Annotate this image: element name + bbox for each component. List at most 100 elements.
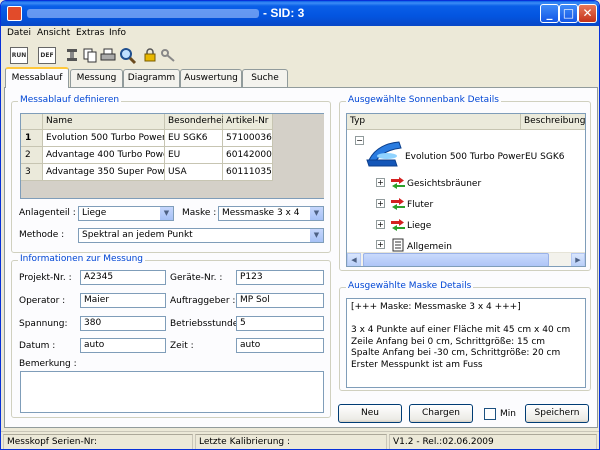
sonnenbank-group-title: Ausgewählte Sonnenbank Details	[346, 95, 501, 105]
sunbed-grid[interactable]: Name Besonderheit Artikel-Nr 1 Evolution…	[20, 113, 324, 199]
key-icon[interactable]	[159, 47, 177, 64]
def-icon[interactable]: DEF	[38, 47, 56, 64]
maximize-button[interactable]: □	[559, 4, 578, 23]
spannung-field[interactable]: 380	[80, 316, 166, 331]
lock-icon[interactable]	[141, 47, 159, 64]
anlagenteil-value: Liege	[82, 208, 107, 218]
maske-group-title: Ausgewählte Maske Details	[346, 281, 474, 291]
toolbar: RUN DEF	[1, 43, 599, 67]
print-icon[interactable]	[99, 47, 117, 64]
methode-value: Spektral an jedem Punkt	[82, 230, 193, 240]
datum-field[interactable]: auto	[80, 338, 166, 353]
chargen-button[interactable]: Chargen	[409, 404, 473, 423]
betriebsstunden-field[interactable]: 5	[236, 316, 324, 331]
row-besonderheit[interactable]: EU SGK6	[165, 130, 223, 147]
tab-auswertung[interactable]: Auswertung	[180, 69, 242, 87]
tree-child-label[interactable]: Allgemein	[407, 242, 452, 252]
close-button[interactable]: ✕	[578, 4, 597, 23]
grid-body-filler	[273, 130, 324, 198]
geraete-label: Geräte-Nr. :	[170, 273, 223, 283]
row-besonderheit[interactable]: EU	[165, 147, 223, 164]
grid-header-filler	[273, 114, 324, 130]
row-artikel[interactable]: 57100036	[223, 130, 273, 147]
grid-header-besonderheit[interactable]: Besonderheit	[165, 114, 228, 130]
row-name[interactable]: Evolution 500 Turbo Power	[43, 130, 165, 147]
neu-button[interactable]: Neu	[338, 404, 402, 423]
row-artikel[interactable]: 60142000	[223, 147, 273, 164]
row-index: 3	[21, 164, 43, 181]
expand-icon[interactable]: +	[376, 178, 385, 187]
maske-details-text[interactable]: [+++ Maske: Messmaske 3 x 4 +++] 3 x 4 P…	[346, 298, 586, 388]
scroll-thumb[interactable]	[363, 253, 549, 266]
row-besonderheit[interactable]: USA	[165, 164, 223, 181]
projekt-label: Projekt-Nr. :	[19, 273, 72, 283]
spannung-label: Spannung:	[19, 319, 68, 329]
expand-icon[interactable]: +	[376, 240, 385, 249]
methode-select[interactable]: Spektral an jedem Punkt ▼	[78, 228, 324, 243]
tab-messablauf[interactable]: Messablauf	[5, 67, 69, 88]
maske-line	[351, 314, 581, 326]
tree-child-label[interactable]: Gesichtsbräuner	[407, 179, 481, 189]
chevron-down-icon[interactable]: ▼	[159, 207, 173, 220]
menu-ansicht[interactable]: Ansicht	[37, 28, 70, 38]
minimize-button[interactable]: _	[540, 4, 559, 23]
search-icon[interactable]	[119, 47, 137, 65]
tree-child-label[interactable]: Fluter	[407, 200, 433, 210]
messablauf-group: Messablauf definieren Name Besonderheit …	[11, 95, 331, 253]
tab-diagramm[interactable]: Diagramm	[123, 69, 180, 87]
scroll-right-icon[interactable]: ▶	[571, 253, 585, 266]
tree-child-label[interactable]: Liege	[407, 221, 431, 231]
zeit-field[interactable]: auto	[236, 338, 324, 353]
scroll-left-icon[interactable]: ◀	[347, 253, 361, 266]
datum-label: Datum :	[19, 341, 56, 351]
tab-suche[interactable]: Suche	[242, 69, 288, 87]
min-checkbox[interactable]	[484, 408, 496, 420]
chevron-down-icon[interactable]: ▼	[309, 207, 323, 220]
title-bar[interactable]: - SID: 3 _ □ ✕	[1, 1, 599, 26]
geraete-field[interactable]: P123	[236, 270, 324, 285]
menu-bar: Datei Ansicht Extras Info	[1, 26, 599, 43]
grid-header-artikel[interactable]: Artikel-Nr	[223, 114, 273, 130]
collapse-icon[interactable]: −	[355, 136, 364, 145]
projekt-field[interactable]: A2345	[80, 270, 166, 285]
double-arrow-icon	[391, 177, 405, 189]
menu-info[interactable]: Info	[109, 28, 126, 38]
tab-panel-messablauf: Messablauf definieren Name Besonderheit …	[4, 87, 598, 428]
informationen-group: Informationen zur Messung Projekt-Nr. : …	[11, 254, 331, 418]
row-index: 1	[21, 130, 43, 147]
expand-icon[interactable]: +	[376, 220, 385, 229]
tree-header-beschreibung[interactable]: Beschreibung	[521, 114, 585, 130]
title-obscured-region	[27, 9, 259, 18]
tab-messung[interactable]: Messung	[70, 69, 123, 87]
double-arrow-icon	[391, 198, 405, 210]
row-name[interactable]: Advantage 400 Turbo Power	[43, 147, 165, 164]
tree-header-typ[interactable]: Typ	[347, 114, 521, 130]
menu-datei[interactable]: Datei	[7, 28, 31, 38]
methode-label: Methode :	[19, 230, 65, 240]
tree-root-name[interactable]: Evolution 500 Turbo Power	[405, 152, 525, 162]
tree-horizontal-scrollbar[interactable]: ◀ ▶	[347, 252, 585, 266]
speichern-button[interactable]: Speichern	[525, 404, 589, 423]
maske-line: Erster Messpunkt ist am Fuss	[351, 359, 483, 370]
auftraggeber-field[interactable]: MP Sol	[236, 293, 324, 308]
maske-value: Messmaske 3 x 4	[222, 208, 300, 218]
run-icon[interactable]: RUN	[10, 47, 28, 64]
operator-field[interactable]: Maier	[80, 293, 166, 308]
status-kalibrierung: Letzte Kalibrierung :	[195, 434, 387, 449]
minimize-icon: _	[546, 6, 553, 20]
app-window: - SID: 3 _ □ ✕ Datei Ansicht Extras Info…	[0, 0, 600, 450]
bemerkung-textarea[interactable]	[20, 371, 324, 413]
anlagenteil-select[interactable]: Liege ▼	[78, 206, 174, 221]
menu-extras[interactable]: Extras	[76, 28, 104, 38]
grid-header-name[interactable]: Name	[43, 114, 165, 130]
sonnenbank-tree[interactable]: Typ Beschreibung − Evolution 500 Turbo P…	[346, 113, 586, 267]
chevron-down-icon[interactable]: ▼	[309, 229, 323, 242]
row-artikel[interactable]: 60111035	[223, 164, 273, 181]
expand-icon[interactable]: +	[376, 199, 385, 208]
close-icon: ✕	[582, 6, 593, 20]
copy-icon[interactable]	[81, 47, 99, 64]
sonnenbank-group: Ausgewählte Sonnenbank Details Typ Besch…	[339, 95, 591, 271]
maske-select[interactable]: Messmaske 3 x 4 ▼	[218, 206, 324, 221]
tools-icon[interactable]	[63, 47, 81, 64]
row-name[interactable]: Advantage 350 Super Power	[43, 164, 165, 181]
